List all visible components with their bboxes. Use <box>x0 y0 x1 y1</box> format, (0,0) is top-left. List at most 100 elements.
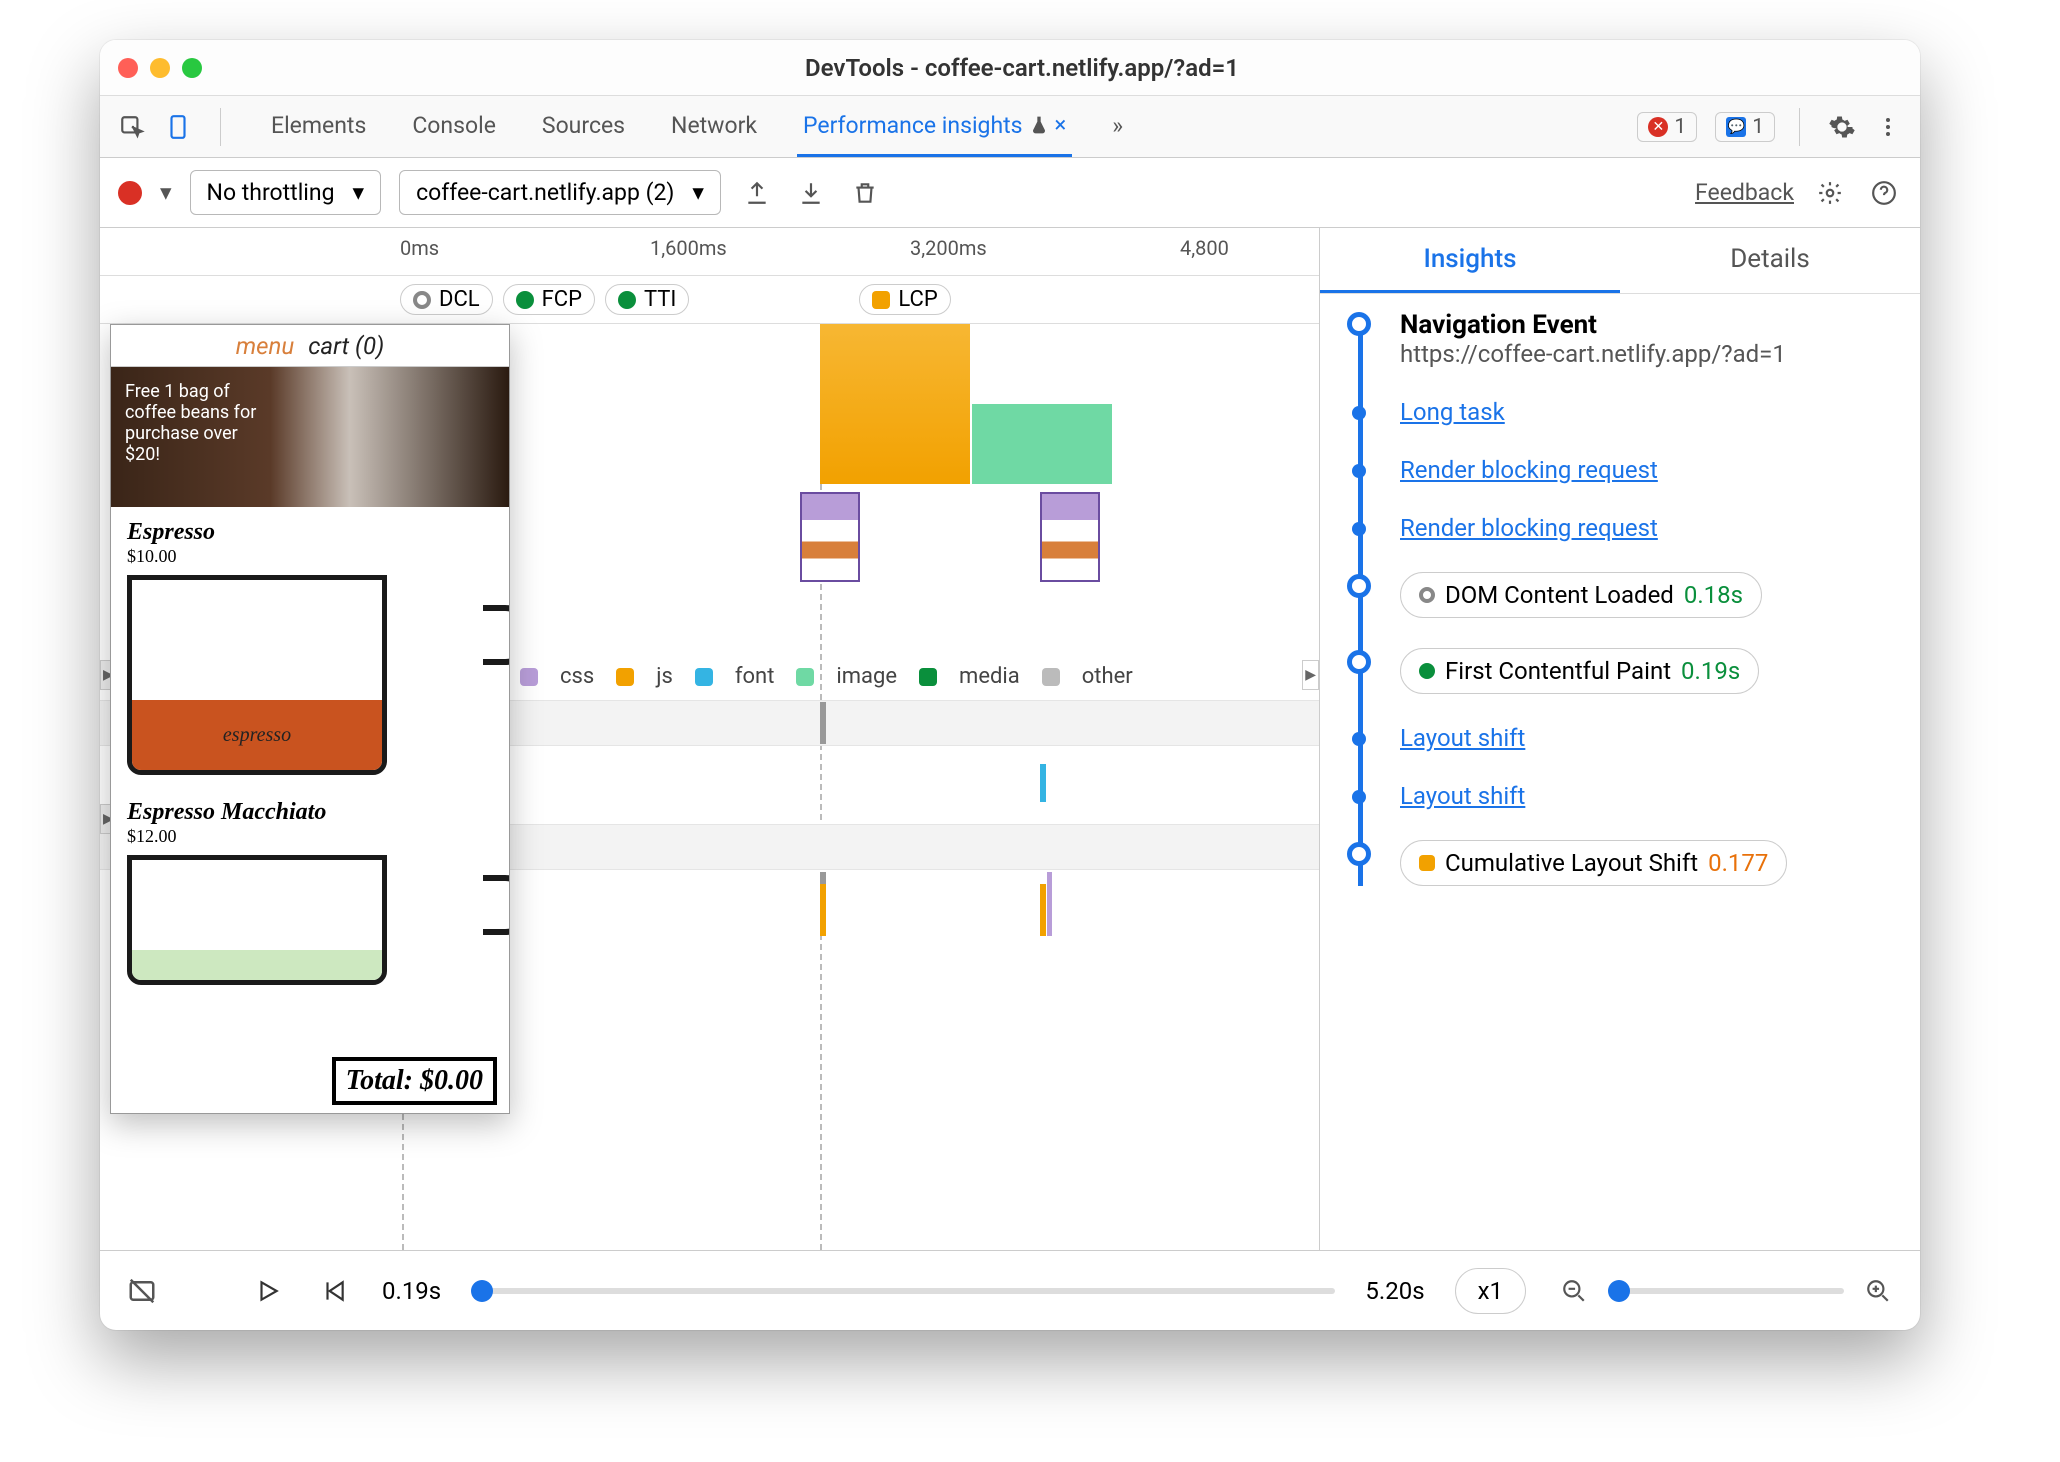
timing-block[interactable] <box>972 404 1112 484</box>
zoom-in-icon[interactable] <box>1860 1273 1896 1309</box>
fcp-icon <box>516 291 534 309</box>
recording-select[interactable]: coffee-cart.netlify.app (2)▾ <box>399 170 721 215</box>
insight-fcp[interactable]: First Contentful Paint 0.19s <box>1400 648 1900 694</box>
time-ruler[interactable]: 0ms 1,600ms 3,200ms 4,800 <box>100 228 1319 276</box>
tab-console[interactable]: Console <box>406 96 502 157</box>
slider-thumb[interactable] <box>471 1280 493 1302</box>
lcp-icon <box>872 291 890 309</box>
marker-fcp[interactable]: FCP <box>503 284 595 315</box>
insights-panel: Insights Details Navigation Event https:… <box>1320 228 1920 1250</box>
insights-timeline[interactable]: Navigation Event https://coffee-cart.net… <box>1320 294 1920 1250</box>
tab-sources[interactable]: Sources <box>536 96 631 157</box>
tab-details[interactable]: Details <box>1620 228 1920 293</box>
devtools-window: DevTools - coffee-cart.netlify.app/?ad=1… <box>100 40 1920 1330</box>
close-window-icon[interactable] <box>118 58 138 78</box>
screenshot-thumbnail[interactable] <box>1040 492 1100 582</box>
product-card: Espresso Macchiato $12.00 <box>111 787 509 997</box>
tab-elements[interactable]: Elements <box>265 96 372 157</box>
inspect-element-icon[interactable] <box>114 109 150 145</box>
record-dropdown-icon[interactable]: ▾ <box>160 179 172 206</box>
insight-layout-shift[interactable]: Layout shift <box>1400 782 1900 810</box>
preview-header: menu cart (0) <box>111 325 509 367</box>
cart-link[interactable]: cart (0) <box>308 332 384 360</box>
slider-thumb[interactable] <box>1608 1280 1630 1302</box>
no-screenshot-icon[interactable] <box>124 1273 160 1309</box>
cart-total: Total: $0.00 <box>332 1057 497 1105</box>
media-swatch-icon <box>919 668 937 686</box>
tab-performance-insights[interactable]: Performance insights × <box>797 96 1072 157</box>
insight-layout-shift[interactable]: Layout shift <box>1400 724 1900 752</box>
maximize-window-icon[interactable] <box>182 58 202 78</box>
time-end: 5.20s <box>1365 1277 1424 1305</box>
time-start: 0.19s <box>382 1277 441 1305</box>
zoom-out-icon[interactable] <box>1556 1273 1592 1309</box>
marker-tti[interactable]: TTI <box>605 284 689 315</box>
product-name: Espresso <box>127 519 493 546</box>
feedback-link[interactable]: Feedback <box>1695 179 1794 206</box>
kebab-menu-icon[interactable] <box>1870 109 1906 145</box>
play-icon[interactable] <box>250 1273 286 1309</box>
zoom-slider[interactable] <box>1608 1288 1844 1294</box>
throttling-select[interactable]: No throttling▾ <box>190 170 382 215</box>
insight-dcl[interactable]: DOM Content Loaded 0.18s <box>1400 572 1900 618</box>
insight-navigation[interactable]: Navigation Event https://coffee-cart.net… <box>1400 310 1900 368</box>
network-legend: css js font image media other <box>520 664 1299 689</box>
timeline-node-icon <box>1352 790 1366 804</box>
screenshot-thumbnail[interactable] <box>800 492 860 582</box>
window-title: DevTools - coffee-cart.netlify.app/?ad=1 <box>202 54 1842 82</box>
product-card: Espresso $10.00 espresso <box>111 507 509 787</box>
errors-badge[interactable]: ✕ 1 <box>1637 112 1697 142</box>
titlebar: DevTools - coffee-cart.netlify.app/?ad=1 <box>100 40 1920 96</box>
insight-render-blocking[interactable]: Render blocking request <box>1400 514 1900 542</box>
promo-banner: Free 1 bag of coffee beans for purchase … <box>111 367 509 507</box>
error-icon: ✕ <box>1648 117 1668 137</box>
export-icon[interactable] <box>739 175 775 211</box>
device-toolbar-icon[interactable] <box>160 109 196 145</box>
timeline-canvas[interactable]: css js font image media other ▶ ▶ ▶ menu… <box>100 324 1319 1250</box>
timeline-panel: 0ms 1,600ms 3,200ms 4,800 DCL FCP TTI LC… <box>100 228 1320 1250</box>
close-tab-icon[interactable]: × <box>1055 113 1067 138</box>
product-price: $10.00 <box>127 546 493 567</box>
marker-dcl[interactable]: DCL <box>400 284 493 315</box>
lcp-block[interactable] <box>820 324 970 484</box>
insight-render-blocking[interactable]: Render blocking request <box>1400 456 1900 484</box>
timeline-node-icon <box>1347 574 1371 598</box>
main-content: 0ms 1,600ms 3,200ms 4,800 DCL FCP TTI LC… <box>100 228 1920 1250</box>
chevron-down-icon: ▾ <box>353 179 365 206</box>
insights-toolbar: ▾ No throttling▾ coffee-cart.netlify.app… <box>100 158 1920 228</box>
collapse-right-icon[interactable]: ▶ <box>1302 660 1319 690</box>
timeline-node-icon <box>1347 312 1371 336</box>
settings-gear-icon[interactable] <box>1812 175 1848 211</box>
timeline-node-icon <box>1352 522 1366 536</box>
fcp-icon <box>1419 663 1435 679</box>
tab-network[interactable]: Network <box>665 96 763 157</box>
insight-long-task[interactable]: Long task <box>1400 398 1900 426</box>
issues-badge[interactable]: 💬 1 <box>1715 112 1775 142</box>
product-price: $12.00 <box>127 826 493 847</box>
gear-icon[interactable] <box>1824 109 1860 145</box>
devtools-tabbar: Elements Console Sources Network Perform… <box>100 96 1920 158</box>
markers-row: DCL FCP TTI LCP <box>100 276 1319 324</box>
panel-tabs: Elements Console Sources Network Perform… <box>265 96 1129 157</box>
timeline-node-icon <box>1352 464 1366 478</box>
font-swatch-icon <box>695 668 713 686</box>
minimize-window-icon[interactable] <box>150 58 170 78</box>
marker-lcp[interactable]: LCP <box>859 284 950 315</box>
record-button[interactable] <box>118 181 142 205</box>
tab-insights[interactable]: Insights <box>1320 228 1620 293</box>
insight-cls[interactable]: Cumulative Layout Shift 0.177 <box>1400 840 1900 886</box>
timeline-node-icon <box>1352 406 1366 420</box>
import-icon[interactable] <box>793 175 829 211</box>
dcl-icon <box>413 291 431 309</box>
speed-toggle[interactable]: x1 <box>1455 1268 1526 1314</box>
other-swatch-icon <box>1042 668 1060 686</box>
delete-icon[interactable] <box>847 175 883 211</box>
time-slider[interactable] <box>471 1288 1335 1294</box>
skip-start-icon[interactable] <box>316 1273 352 1309</box>
help-icon[interactable] <box>1866 175 1902 211</box>
image-swatch-icon <box>796 668 814 686</box>
timeline-node-icon <box>1347 650 1371 674</box>
menu-link[interactable]: menu <box>236 332 294 360</box>
playback-footer: 0.19s 5.20s x1 <box>100 1250 1920 1330</box>
more-tabs-icon[interactable]: » <box>1106 96 1129 157</box>
